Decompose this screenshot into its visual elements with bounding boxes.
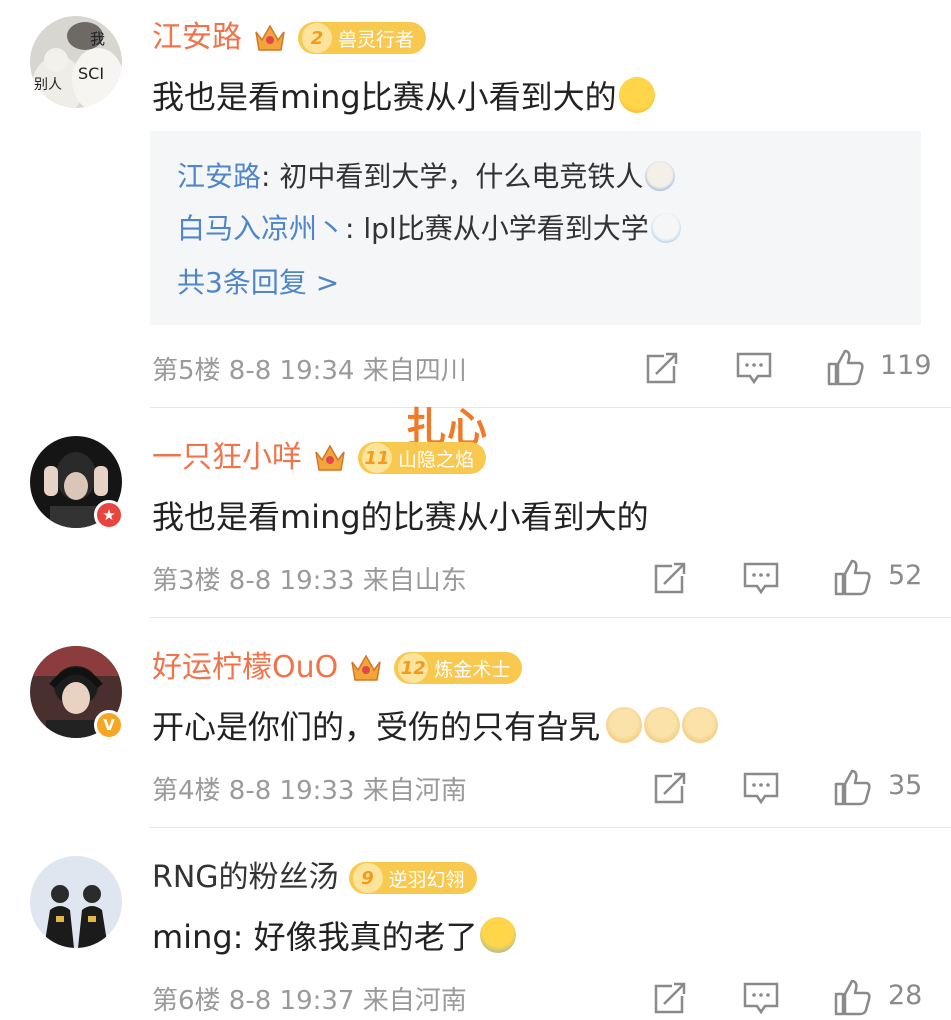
name-row: RNG的粉丝汤 9 逆羽幻翎 — [152, 856, 477, 900]
fan-badge: 9 逆羽幻翎 — [348, 862, 477, 894]
name-row: 好运柠檬OuO 12 炼金术士 — [152, 646, 523, 690]
share-icon[interactable] — [650, 770, 690, 806]
comment-meta: 第3楼 8-8 19:33 来自山东 — [152, 566, 467, 596]
username[interactable]: 一只狂小咩 — [152, 436, 302, 480]
like-count: 52 — [888, 560, 923, 591]
comment-text: ming: 好像我真的老了 — [152, 912, 516, 958]
divider — [150, 617, 951, 618]
fan-level: 9 — [352, 863, 383, 893]
username[interactable]: 好运柠檬OuO — [152, 646, 338, 690]
comment-meta: 第5楼 8-8 19:34 来自四川 — [152, 356, 467, 386]
like-count: 35 — [888, 770, 923, 801]
share-icon[interactable] — [650, 560, 690, 596]
cry-laugh-emoji — [618, 77, 655, 113]
name-row: 江安路 2 兽灵行者 — [152, 16, 427, 60]
fan-title: 兽灵行者 — [338, 28, 415, 51]
crying-emoji — [479, 917, 516, 953]
shocked-emoji — [650, 213, 681, 243]
avatar[interactable]: ★ — [30, 436, 124, 530]
name-row: 一只狂小咩 11 山隐之焰 — [152, 436, 487, 480]
member-badge-icon: ★ — [94, 500, 124, 530]
comment-icon[interactable] — [734, 350, 774, 386]
like-icon[interactable] — [833, 768, 873, 806]
avatar[interactable] — [30, 856, 122, 948]
fan-level: 11 — [362, 443, 392, 473]
crown-icon — [348, 650, 384, 686]
fan-badge: 2 兽灵行者 — [298, 22, 427, 54]
dog-emoji — [682, 707, 719, 743]
avatar[interactable]: 我 别人 SCI — [30, 16, 122, 108]
comment-text: 我也是看ming比赛从小看到大的 — [152, 72, 655, 118]
fan-title: 山隐之焰 — [398, 448, 475, 471]
avatar-label: 我 — [90, 30, 106, 48]
fan-title: 炼金术士 — [434, 658, 511, 681]
reply-item[interactable]: 江安路: 初中看到大学，什么电竞铁人 — [177, 155, 676, 195]
dog-emoji — [606, 707, 643, 743]
verified-badge-icon: V — [94, 710, 124, 740]
fan-badge: 12 炼金术士 — [394, 652, 523, 684]
crown-icon — [312, 440, 348, 476]
crown-icon — [252, 20, 288, 56]
username[interactable]: RNG的粉丝汤 — [152, 856, 339, 900]
like-icon[interactable] — [833, 558, 873, 596]
more-replies-link[interactable]: 共3条回复 > — [177, 261, 339, 301]
reply-box[interactable]: 江安路: 初中看到大学，什么电竞铁人 白马入凉州丶: lpl比赛从小学看到大学 … — [150, 131, 921, 325]
like-icon[interactable] — [826, 348, 866, 386]
divider — [150, 407, 951, 408]
doge-emoji — [645, 161, 676, 191]
like-count: 119 — [880, 350, 932, 381]
comment-text: 我也是看ming的比赛从小看到大的 — [152, 498, 649, 536]
share-icon[interactable] — [650, 980, 690, 1016]
avatar[interactable]: V — [30, 646, 124, 740]
dog-emoji — [644, 707, 681, 743]
comment-text: 开心是你们的，受伤的只有旮旯 — [152, 702, 719, 748]
fan-title: 逆羽幻翎 — [388, 868, 465, 891]
fan-level: 12 — [398, 653, 429, 683]
comment-icon[interactable] — [741, 560, 781, 596]
like-count: 28 — [888, 980, 923, 1011]
like-icon[interactable] — [833, 978, 873, 1016]
comment-meta: 第6楼 8-8 19:37 来自河南 — [152, 986, 467, 1016]
username[interactable]: 江安路 — [152, 16, 242, 60]
comment-icon[interactable] — [741, 980, 781, 1016]
fan-level: 2 — [302, 23, 332, 53]
comment-meta: 第4楼 8-8 19:33 来自河南 — [152, 776, 467, 806]
divider — [150, 827, 951, 828]
reply-item[interactable]: 白马入凉州丶: lpl比赛从小学看到大学 — [177, 207, 681, 247]
comment-icon[interactable] — [741, 770, 781, 806]
avatar-label: SCI — [78, 64, 105, 83]
fan-badge: 11 山隐之焰 — [358, 442, 487, 474]
share-icon[interactable] — [642, 350, 682, 386]
avatar-label: 别人 — [34, 77, 62, 93]
